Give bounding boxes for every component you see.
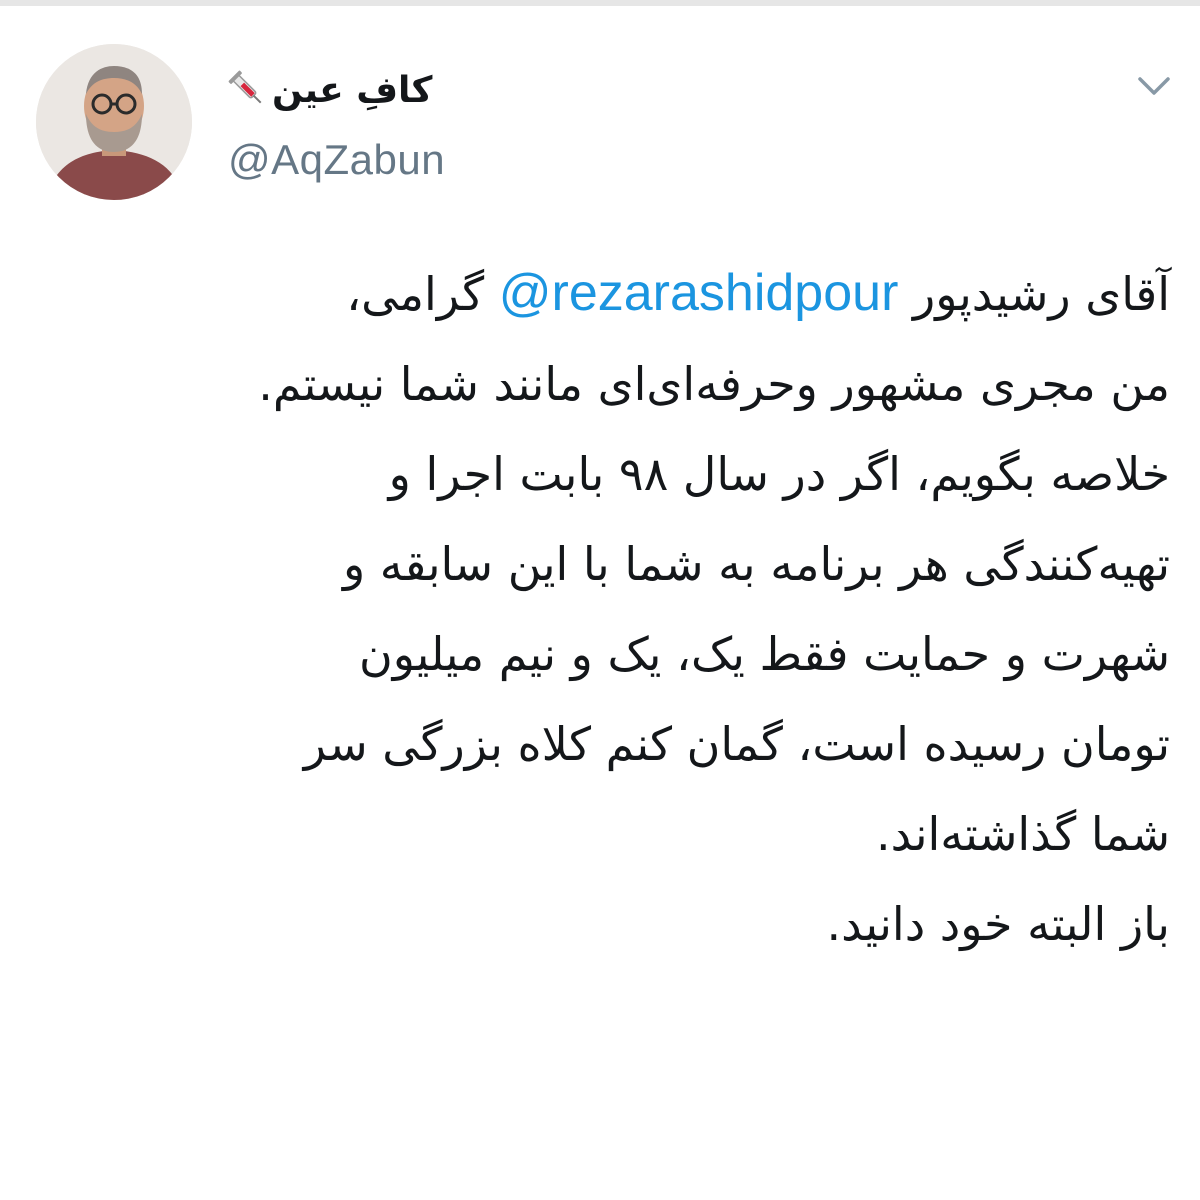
mention-link[interactable]: @rezarashidpour	[499, 264, 899, 322]
tweet-text-segment: آقای رشیدپور	[913, 267, 1170, 321]
tweet-text-segment: گرامی،	[346, 267, 485, 321]
chevron-down-icon[interactable]	[1130, 62, 1178, 110]
display-name[interactable]: کافِ عین	[228, 62, 433, 118]
tweet-line-4: تهیه‌کنندگی هر برنامه به شما با این سابق…	[342, 537, 1170, 591]
tweet-line-7: شما گذاشته‌اند.	[875, 807, 1170, 861]
tweet-line-5: شهرت و حمایت فقط یک، یک و نیم میلیون	[358, 627, 1170, 681]
tweet-line-6: تومان رسیده است، گمان کنم کلاه بزرگی سر	[303, 717, 1170, 771]
user-handle[interactable]: @AqZabun	[228, 136, 445, 184]
tweet-line-1: آقای رشیدپور @rezarashidpour گرامی،	[60, 248, 1170, 339]
avatar[interactable]	[36, 44, 192, 200]
tweet-card: کافِ عین @AqZabun آقای رشیدپور @rezarash…	[0, 0, 1200, 1200]
tweet-text: آقای رشیدپور @rezarashidpour گرامی، من م…	[60, 248, 1170, 969]
tweet-line-2: من مجری مشهور وحرفه‌ای‌ای مانند شما نیست…	[258, 357, 1170, 411]
tweet-line-3: خلاصه بگویم، اگر در سال ۹۸ بابت اجرا و	[388, 447, 1170, 501]
syringe-icon	[228, 68, 268, 112]
tweet-line-8: باز البته خود دانید.	[826, 897, 1170, 951]
display-name-text: کافِ عین	[272, 69, 433, 111]
